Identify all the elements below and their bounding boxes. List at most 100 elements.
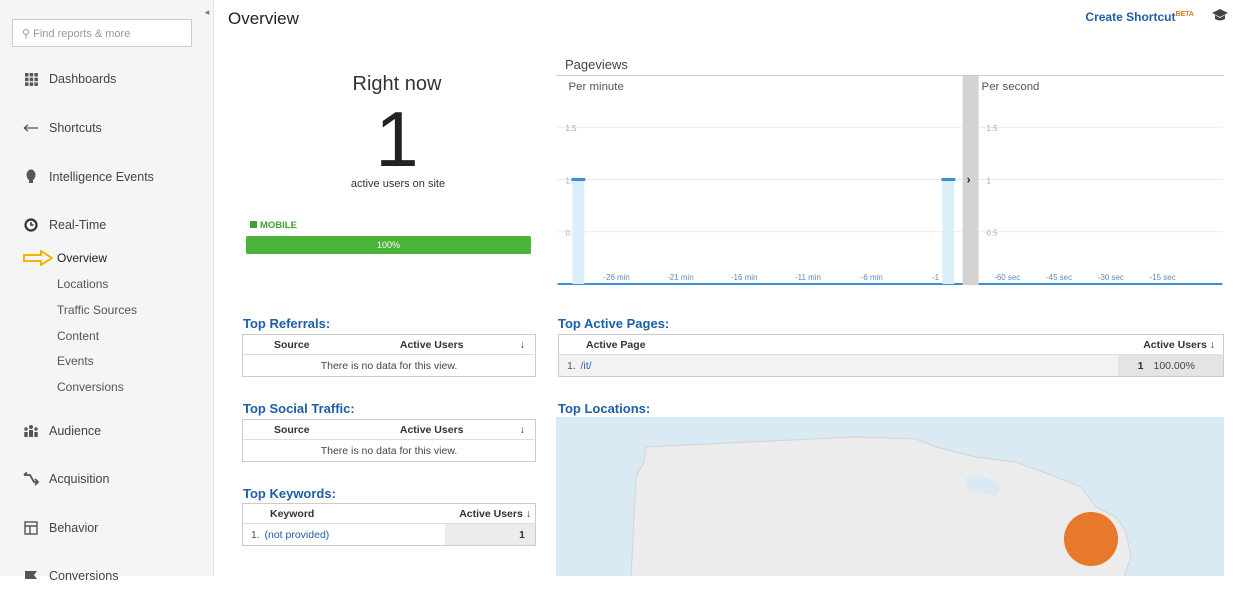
col-source[interactable]: Source [242,419,341,440]
mobile-label: MOBILE [260,220,297,231]
page-link-text[interactable]: /it/ [581,360,592,372]
sidebar-sub-conversions[interactable]: Conversions [57,380,124,394]
page-title: Overview [228,9,299,28]
sidebar-item-behavior[interactable]: Behavior [0,515,214,541]
sort-down-icon: ↓ [1209,338,1215,351]
sidebar-item-label: Shortcuts [49,121,102,135]
col-active-users[interactable]: Active Users [340,419,510,440]
sort-down-icon[interactable]: ↓ [509,419,536,440]
per-second-label: Per second [982,81,1040,93]
top-referrals-table: Source Active Users ↓ There is no data for… [242,334,536,377]
y-tick-label: 1.5 [566,124,578,133]
flag-icon [22,567,40,585]
pageviews-title: Pageviews [565,57,628,72]
sidebar-sub-content[interactable]: Content [57,329,99,343]
pageview-bar-cap [941,178,956,181]
y-tick-label: 1.5 [987,124,999,133]
col-keyword[interactable]: Keyword [242,503,445,524]
top-keywords-table: Keyword Active Users ↓ 1. (not provided) 1 [242,503,536,546]
top-social-table: Source Active Users ↓ There is no data for… [242,419,536,462]
sidebar-item-intelligence-events[interactable]: Intelligence Events [0,164,214,190]
sidebar-item-dashboards[interactable]: Dashboards [0,66,214,92]
sidebar-item-label: Conversions [49,569,119,583]
collapse-sidebar-button[interactable]: ◂ [200,4,214,20]
sidebar-sub-traffic-sources[interactable]: Traffic Sources [57,303,137,317]
x-tick-label: -21 min [667,273,694,282]
create-shortcut-link[interactable]: Create ShortcutBETA [1085,10,1194,24]
col-active-users-label: Active Users [1143,338,1207,351]
empty-message: There is no data for this view. [320,359,458,372]
sidebar-item-label: Real-Time [49,218,107,232]
col-active-page[interactable]: Active Page [558,334,1118,355]
top-referrals-title: Top Referrals: [243,316,331,331]
sidebar-sub-locations[interactable]: Locations [57,277,108,291]
acquisition-icon [22,470,40,488]
x-tick-label: -6 min [861,273,883,282]
pageview-bar-cap [571,178,586,181]
active-users-count: 1 [375,95,419,183]
top-active-pages-table: Active Page Active Users ↓ 1./it/1 100.00% [558,334,1224,377]
location-dot[interactable] [1064,512,1118,566]
sidebar-item-acquisition[interactable]: Acquisition [0,466,214,492]
pageview-bar [942,179,955,285]
sidebar-item-label: Dashboards [49,72,117,86]
clock-icon [22,216,40,234]
active-users-label: active users on site [350,178,446,190]
graduation-cap-icon[interactable] [1211,8,1229,27]
x-tick-label: -60 sec [994,273,1020,282]
col-active-users[interactable]: Active Users ↓ [444,503,536,524]
pageviews-chart: › Per minute Per second 1.51.00.5-26 min… [556,75,1224,285]
x-tick-label: -45 sec [1046,273,1072,282]
sidebar-item-label: Acquisition [49,472,110,486]
x-tick-label: -1 [932,273,940,282]
mobile-legend: MOBILE [250,220,297,231]
locations-map[interactable] [556,417,1224,576]
col-source[interactable]: Source [242,334,341,355]
x-tick-label: -30 sec [1098,273,1124,282]
x-tick-label: -11 min [795,273,821,282]
sidebar-item-shortcuts[interactable]: Shortcuts [0,115,214,141]
top-keywords-title: Top Keywords: [243,486,336,501]
sidebar: ◂ ⚲ Find reports & more Dashboards Short… [0,0,214,583]
sidebar-item-label: Intelligence Events [49,170,154,184]
search-input[interactable]: ⚲ Find reports & more [12,19,192,47]
sidebar-sub-events[interactable]: Events [57,354,94,368]
page-link[interactable]: /it/ [580,354,1118,377]
y-tick-label: 0.5 [987,229,999,238]
per-second-plot: 1.5 1 0.5 -60 sec -45 sec -30 sec -15 sec [978,124,1223,285]
keyword-link-text[interactable]: (not provided) [265,529,330,541]
sidebar-item-label: Behavior [49,521,99,535]
sort-down-icon: ↓ [525,507,531,520]
pageview-bar [572,179,585,285]
row-index: 1. [251,528,260,541]
x-tick-label: -15 sec [1150,273,1176,282]
sidebar-item-label: Audience [49,424,102,438]
x-tick-label: -26 min [603,273,630,282]
keyword-link[interactable]: (not provided) [265,524,445,546]
y-tick-label: 1 [987,176,992,185]
people-icon [22,422,40,440]
page-value: 1 [1117,354,1148,377]
per-minute-plot: 1.51.00.5-26 min -21 min -16 min -11 min -6 … [557,124,963,285]
expand-chart-button[interactable]: › [967,172,971,186]
sidebar-item-real-time[interactable]: Real-Time [0,212,214,238]
sidebar-item-conversions[interactable]: Conversions [0,563,214,589]
search-icon: ⚲ [22,28,31,40]
page-percent: 100.00% [1147,354,1224,377]
beta-badge: BETA [1175,11,1194,18]
col-active-users[interactable]: Active Users [340,334,510,355]
sidebar-sub-overview[interactable]: Overview [57,251,107,265]
top-active-pages-title: Top Active Pages: [558,316,670,331]
map-svg [630,436,1132,576]
col-active-users[interactable]: Active Users ↓ [1117,334,1224,355]
device-progress-bar: 100% [246,236,531,254]
mobile-swatch [250,221,257,228]
land-shape [630,436,1132,576]
sort-down-icon[interactable]: ↓ [509,334,536,355]
main-content: Overview Create ShortcutBETA Right now 1… [215,0,1249,576]
grid-icon [22,70,40,88]
col-active-users-label: Active Users [459,507,523,520]
sidebar-item-audience[interactable]: Audience [0,418,214,444]
lightbulb-icon [22,168,40,186]
device-progress-fill: 100% [246,236,531,254]
